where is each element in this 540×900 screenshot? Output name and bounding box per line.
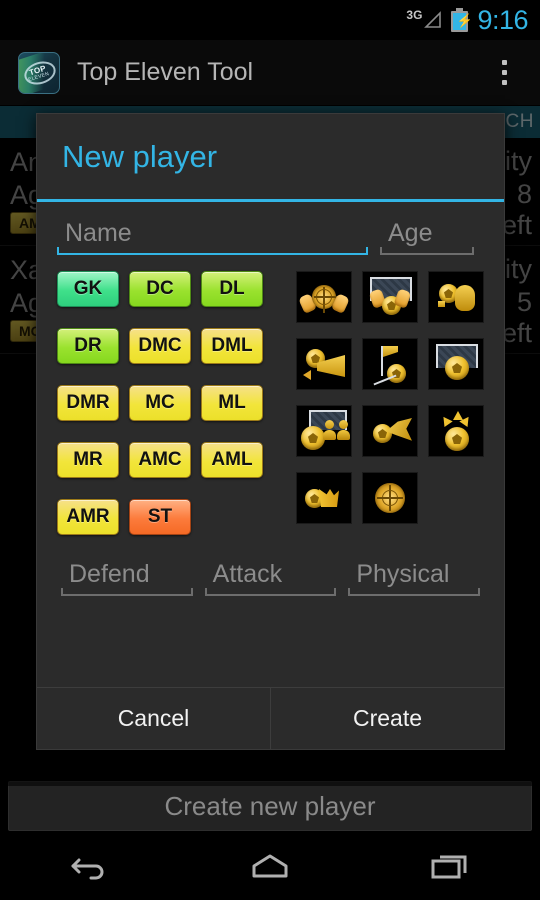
- position-button-mr[interactable]: MR: [57, 442, 119, 478]
- back-icon[interactable]: [60, 846, 120, 886]
- position-button-amr[interactable]: AMR: [57, 499, 119, 535]
- position-button-gk[interactable]: GK: [57, 271, 119, 307]
- physical-input[interactable]: Physical: [348, 560, 481, 596]
- name-input[interactable]: Name: [57, 219, 368, 255]
- android-screen: 3G ⚡ 9:16 TOP ELEVEN Top Eleven Tool WIC…: [0, 0, 540, 900]
- position-button-dl[interactable]: DL: [201, 271, 263, 307]
- position-button-aml[interactable]: AML: [201, 442, 263, 478]
- android-nav-bar: [0, 832, 540, 900]
- signal-icon: [423, 10, 443, 30]
- reflexes-icon[interactable]: [296, 271, 352, 323]
- one-on-one-icon[interactable]: [296, 338, 352, 390]
- defend-input[interactable]: Defend: [61, 560, 193, 596]
- skill-icon-row: [296, 271, 484, 323]
- battery-charging-icon: ⚡: [451, 8, 473, 32]
- position-button-dmr[interactable]: DMR: [57, 385, 119, 421]
- attack-input-placeholder: Attack: [212, 560, 283, 588]
- position-button-mc[interactable]: MC: [129, 385, 191, 421]
- age-input[interactable]: Age: [380, 219, 474, 255]
- app-title: Top Eleven Tool: [77, 58, 254, 86]
- dialog-body: Name Age GK DC DL DR DMC DML DMR MC ML M…: [37, 202, 504, 687]
- position-grid: GK DC DL DR DMC DML DMR MC ML MR AMC AML…: [57, 271, 278, 556]
- top-eleven-app-icon: TOP ELEVEN: [18, 51, 60, 94]
- position-button-st[interactable]: ST: [129, 499, 191, 535]
- dialog-title: New player: [62, 138, 218, 174]
- action-bar: TOP ELEVEN Top Eleven Tool: [0, 40, 540, 106]
- tackling-icon[interactable]: [362, 405, 418, 457]
- create-new-player-button[interactable]: Create new player: [8, 781, 532, 831]
- network-type-label: 3G: [406, 8, 423, 22]
- finishing-icon[interactable]: [296, 472, 352, 524]
- identity-field-row: Name Age: [57, 219, 484, 255]
- attribute-field-row: Defend Attack Physical: [57, 560, 484, 596]
- skill-icon-grid: [296, 271, 484, 556]
- physical-input-placeholder: Physical: [356, 560, 450, 588]
- position-button-amc[interactable]: AMC: [129, 442, 191, 478]
- defend-input-placeholder: Defend: [69, 560, 150, 588]
- skill-icon-row: [296, 405, 484, 457]
- position-button-ml[interactable]: ML: [201, 385, 263, 421]
- position-row: GK DC DL: [57, 271, 278, 307]
- position-button-dml[interactable]: DML: [201, 328, 263, 364]
- positioning-icon[interactable]: [362, 271, 418, 323]
- heading-icon[interactable]: [428, 405, 484, 457]
- position-row: AMR ST: [57, 499, 278, 535]
- overflow-menu-icon[interactable]: [482, 60, 526, 85]
- aerial-ability-icon[interactable]: [362, 338, 418, 390]
- position-row: MR AMC AML: [57, 442, 278, 478]
- position-row: DMR MC ML: [57, 385, 278, 421]
- marking-icon[interactable]: [296, 405, 352, 457]
- dialog-button-bar: Cancel Create: [37, 687, 504, 749]
- create-button[interactable]: Create: [271, 688, 504, 749]
- position-button-dr[interactable]: DR: [57, 328, 119, 364]
- dialog-title-bar: New player: [37, 114, 504, 199]
- clock-label: 9:16: [477, 4, 528, 35]
- handling-icon[interactable]: [428, 271, 484, 323]
- position-and-skill-area: GK DC DL DR DMC DML DMR MC ML MR AMC AML…: [57, 271, 484, 556]
- skill-icon-row: [296, 338, 484, 390]
- position-button-dmc[interactable]: DMC: [129, 328, 191, 364]
- new-player-dialog: New player Name Age GK DC DL DR DMC DML …: [36, 113, 505, 750]
- recents-icon[interactable]: [420, 846, 480, 886]
- position-row: DR DMC DML: [57, 328, 278, 364]
- shot-stopping-icon[interactable]: [428, 338, 484, 390]
- cancel-button[interactable]: Cancel: [37, 688, 271, 749]
- position-button-dc[interactable]: DC: [129, 271, 191, 307]
- status-bar: 3G ⚡ 9:16: [0, 0, 540, 40]
- name-input-placeholder: Name: [65, 219, 132, 247]
- home-icon[interactable]: [240, 846, 300, 886]
- age-input-placeholder: Age: [388, 219, 433, 247]
- creativity-icon[interactable]: [362, 472, 418, 524]
- skill-icon-row: [296, 472, 484, 524]
- attack-input[interactable]: Attack: [204, 560, 337, 596]
